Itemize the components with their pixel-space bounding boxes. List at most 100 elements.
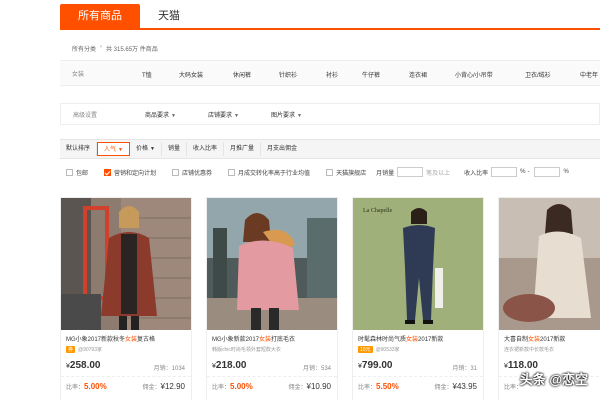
title-highlight: 女装 <box>259 337 272 343</box>
breadcrumb-sep: › <box>100 44 103 50</box>
product-image[interactable] <box>61 198 191 330</box>
category-item[interactable]: 大码女装 <box>179 70 203 79</box>
title-text: 打底毛衣 <box>271 337 296 343</box>
brand-logo: La Chapelle <box>363 208 392 214</box>
product-price: ¥799.00 <box>358 360 393 371</box>
commission-label: 佣金： <box>288 385 307 391</box>
tab-all-products[interactable]: 所有商品 <box>60 4 140 28</box>
dropdown-label: 商品要求 <box>145 112 170 119</box>
sales-label: 月销量 <box>376 170 395 177</box>
rate-value: 5.00 <box>230 382 246 391</box>
rate-range: 收入比率 % - % <box>464 167 569 177</box>
category-item[interactable]: 休闲裤 <box>233 70 251 79</box>
category-item[interactable]: 连衣裙 <box>409 70 427 79</box>
price-value: 218.00 <box>215 360 247 371</box>
sort-income-rate[interactable]: 收入比率 <box>187 142 224 156</box>
category-row: 女装 T恤 大码女装 休闲裤 针织衫 衬衫 牛仔裤 连衣裙 小背心/小吊带 卫衣… <box>60 60 600 86</box>
chevron-down-icon: ▼ <box>296 112 302 119</box>
product-card[interactable]: La Chapelle 时髦森林时尚气质女装2017新款 10元 @90533家 … <box>352 197 484 400</box>
checkbox-label: 包邮 <box>76 170 89 177</box>
checkbox[interactable] <box>66 168 73 176</box>
product-price: ¥218.00 <box>212 360 247 371</box>
category-items: T恤 大码女装 休闲裤 针织衫 衬衫 牛仔裤 连衣裙 小背心/小吊带 卫衣/绒衫… <box>100 61 600 85</box>
sort-popularity[interactable]: 人气 ▼ <box>97 142 130 156</box>
category-item[interactable]: 小背心/小吊带 <box>455 70 493 79</box>
product-title[interactable]: 大喜自制女装2017新款 <box>504 334 600 343</box>
card-divider <box>207 376 337 377</box>
dropdown-shop-req[interactable]: 店铺要求 ▼ <box>208 110 239 119</box>
checkbox[interactable] <box>228 168 236 176</box>
result-count: 共 315.65万 件商品 <box>106 47 158 53</box>
product-photo-street <box>207 198 337 330</box>
filter-campaign[interactable]: 营销和定向计划 <box>104 168 156 177</box>
category-item[interactable]: 衬衫 <box>326 70 338 79</box>
filter-flagship[interactable]: 天猫旗舰店 <box>326 168 366 177</box>
commission-label: 佣金： <box>142 385 161 391</box>
filter-conversion[interactable]: 月成交转化率高于行业均值 <box>228 168 310 177</box>
rate-label: 比率： <box>212 385 231 391</box>
chevron-down-icon: ▼ <box>171 112 176 119</box>
product-image[interactable] <box>499 198 600 330</box>
rate-value: 5.00 <box>84 382 100 391</box>
sort-monthly-commission[interactable]: 月支出佣金 <box>261 142 303 156</box>
dropdown-label: 店铺要求 <box>207 112 232 119</box>
checkbox[interactable] <box>172 168 180 176</box>
sort-monthly-promo[interactable]: 月推广量 <box>224 142 261 156</box>
seller-name: 韩版chic时尚毛领外套短款大衣 <box>212 347 281 353</box>
product-title[interactable]: MG小象2017新款秋冬女装复古格 <box>66 334 187 343</box>
commission-value: 10.90 <box>310 382 331 391</box>
sort-price[interactable]: 价格 ▼ <box>130 142 162 156</box>
commission-label: 佣金： <box>434 385 453 391</box>
checkbox-label: 天猫旗舰店 <box>336 170 367 177</box>
dropdown-product-req[interactable]: 商品要求 ▼ <box>145 110 176 119</box>
seller-info: 10元 @90533家 <box>358 346 400 353</box>
title-text: 大喜自制 <box>504 337 529 343</box>
dropdown-label: 图片要求 <box>270 112 295 119</box>
rate-max-input[interactable] <box>534 167 561 177</box>
checkbox-label: 月成交转化率高于行业均值 <box>238 170 311 177</box>
product-image[interactable] <box>207 198 337 330</box>
tab-underline <box>60 28 600 30</box>
product-card[interactable]: MG小象2017新款秋冬女装复古格 券 @90793家 ¥258.00 月销：10… <box>60 197 192 400</box>
product-photo-studio: La Chapelle <box>353 198 483 330</box>
monthly-sales: 月销：534 <box>302 366 331 372</box>
product-title[interactable]: MG小象新款2017女装打底毛衣 <box>212 334 333 343</box>
chevron-down-icon: ▼ <box>150 146 155 152</box>
sort-label: 价格 <box>135 146 148 152</box>
product-title[interactable]: 时髦森林时尚气质女装2017新款 <box>358 334 479 343</box>
commission: 佣金：¥12.90 <box>143 382 186 391</box>
card-divider <box>353 376 483 377</box>
filter-row: 包邮 营销和定向计划 店铺优惠券 月成交转化率高于行业均值 天猫旗舰店 月销量 … <box>60 164 600 180</box>
product-image[interactable]: La Chapelle <box>353 198 483 330</box>
tab-tmall[interactable]: 天猫 <box>140 4 196 28</box>
filter-free-shipping[interactable]: 包邮 <box>66 168 88 177</box>
product-price: ¥258.00 <box>66 360 101 371</box>
title-highlight: 女装 <box>406 337 419 343</box>
checkbox-checked[interactable] <box>104 168 112 176</box>
category-item[interactable]: 牛仔裤 <box>362 70 380 79</box>
sort-sales[interactable]: 销量 <box>162 142 187 156</box>
category-item[interactable]: 中老年 <box>580 70 598 79</box>
percent-sign: % <box>520 169 526 175</box>
title-text: 2017新款 <box>540 337 566 343</box>
watermark: 头条 @恋空 <box>519 372 588 387</box>
sort-bar: 默认排序 人气 ▼ 价格 ▼ 销量 收入比率 月推广量 月支出佣金 <box>60 139 600 159</box>
title-highlight: 女装 <box>528 337 541 343</box>
income-rate: 比率：5.50% <box>358 382 399 391</box>
rate-min-input[interactable] <box>491 167 518 177</box>
category-item[interactable]: 针织衫 <box>279 70 297 79</box>
rate-value: 5.50 <box>376 382 392 391</box>
category-item[interactable]: 卫衣/绒衫 <box>525 70 551 79</box>
commission-value: 12.90 <box>164 382 185 391</box>
sort-default[interactable]: 默认排序 <box>60 142 98 156</box>
sales-input[interactable] <box>397 167 424 177</box>
category-item[interactable]: T恤 <box>142 70 152 79</box>
checkbox[interactable] <box>326 168 334 176</box>
dropdown-image-req[interactable]: 图片要求 ▼ <box>271 110 302 119</box>
filter-coupon[interactable]: 店铺优惠券 <box>172 168 212 177</box>
breadcrumb-root[interactable]: 所有分类 <box>72 44 96 53</box>
title-text: 复古格 <box>137 337 156 343</box>
percent-sign: % <box>563 169 569 175</box>
product-card[interactable]: MG小象新款2017女装打底毛衣 韩版chic时尚毛领外套短款大衣 ¥218.0… <box>206 197 338 400</box>
breadcrumb: 所有分类 › 共 315.65万 件商品 <box>72 44 158 53</box>
